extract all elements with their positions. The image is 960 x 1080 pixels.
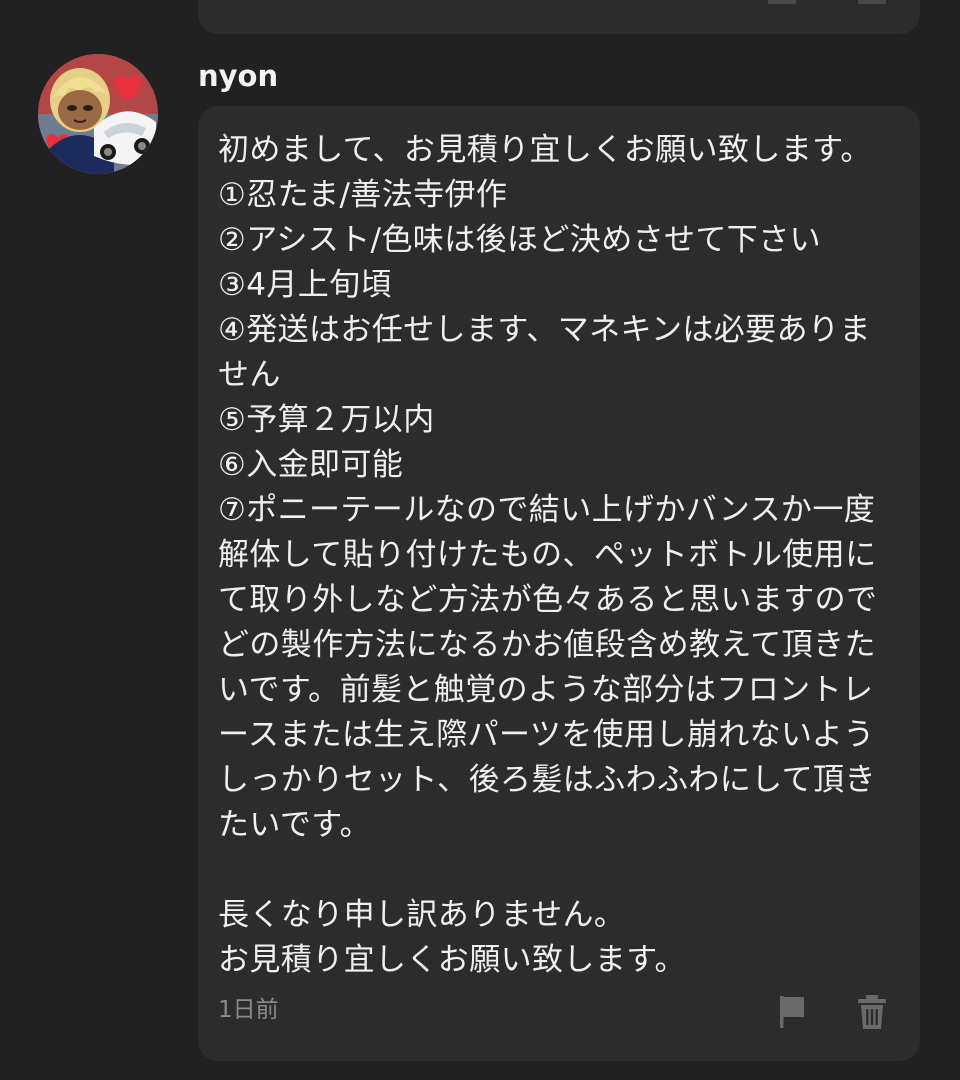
flag-icon [780, 996, 804, 1028]
message-line: 長くなり申し訳ありません。 [218, 897, 626, 933]
message-line: ②アシスト/色味は後ほど決めさせて下さい [218, 222, 821, 258]
trash-icon [858, 995, 886, 1029]
avatar[interactable] [38, 54, 158, 174]
previous-comment-actions [768, 0, 886, 4]
message-line: 解体して貼り付けたもの、ペットボトル使用に [218, 537, 877, 573]
username[interactable]: nyon [198, 56, 278, 96]
message-line: せん [218, 357, 281, 393]
previous-trash-icon[interactable] [858, 0, 886, 4]
message-line: 初めまして、お見積り宜しくお願い致します。 [218, 132, 872, 168]
message-line: たいです。 [218, 807, 371, 843]
message-line: ⑤予算２万以内 [218, 402, 435, 438]
comment-message: 初めまして、お見積り宜しくお願い致します。 ①忍たま/善法寺伊作 ②アシスト/色… [218, 128, 908, 983]
message-line: ①忍たま/善法寺伊作 [218, 177, 508, 213]
message-line: ③4月上旬頃 [218, 267, 392, 303]
message-line: て取り外しなど方法が色々あると思いますので [218, 582, 878, 618]
message-line: しっかりセット、後ろ髪はふわふわにして頂き [218, 762, 876, 798]
message-line: いです。前髪と触覚のような部分はフロントレ [218, 672, 874, 708]
message-line: どの製作方法になるかお値段含め教えて頂きた [218, 627, 876, 663]
previous-comment-bubble [198, 0, 920, 34]
avatar-image [38, 54, 158, 174]
comment-bubble: 初めまして、お見積り宜しくお願い致します。 ①忍たま/善法寺伊作 ②アシスト/色… [198, 106, 920, 1061]
message-line: ースまたは生え際パーツを使用し崩れないよう [218, 717, 875, 753]
message-line: ⑦ポニーテールなので結い上げかバンスか一度 [218, 492, 876, 528]
message-line: ⑥入金即可能 [218, 447, 404, 483]
message-line: お見積り宜しくお願い致します。 [218, 942, 686, 978]
comment-timestamp: 1日前 [218, 997, 279, 1023]
delete-button[interactable] [854, 992, 890, 1032]
previous-flag-icon[interactable] [768, 0, 796, 4]
comment-thread: nyon 初めまして、お見積り宜しくお願い致します。 ①忍たま/善法寺伊作 ②ア… [0, 0, 960, 1080]
message-line: ④発送はお任せします、マネキンは必要ありま [218, 312, 871, 348]
report-button[interactable] [774, 992, 810, 1032]
message-line-blank [218, 848, 908, 893]
